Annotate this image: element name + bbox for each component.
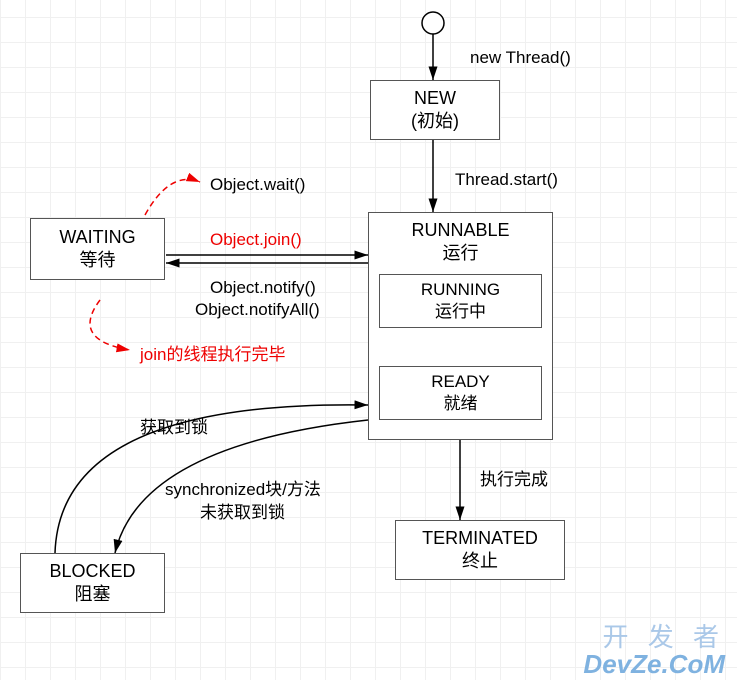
watermark-line2: DevZe.CoM [583,649,725,680]
label-object-notify-all: Object.notifyAll() [195,300,320,320]
start-circle [422,12,444,34]
node-running: RUNNING 运行中 [379,274,542,328]
node-blocked-title: BLOCKED [21,560,164,583]
node-ready: READY 就绪 [379,366,542,420]
node-blocked: BLOCKED 阻塞 [20,553,165,613]
edge-join-done-dashed [90,300,130,350]
node-new: NEW (初始) [370,80,500,140]
node-terminated-sub: 终止 [396,550,564,573]
label-object-notify: Object.notify() [210,278,316,298]
label-sync-2: 未获取到锁 [200,498,285,523]
node-new-sub: (初始) [371,110,499,133]
node-running-sub: 运行中 [380,301,541,323]
label-object-wait: Object.wait() [210,175,305,195]
node-ready-sub: 就绪 [380,393,541,415]
node-waiting-sub: 等待 [31,249,164,272]
label-thread-start: Thread.start() [455,170,558,190]
node-runnable: RUNNABLE 运行 RUNNING 运行中 READY 就绪 [368,212,553,440]
node-runnable-sub: 运行 [369,242,552,265]
edge-object-wait-dashed [145,179,200,215]
label-object-join: Object.join() [210,230,302,250]
label-new-thread: new Thread() [470,48,571,68]
node-waiting-title: WAITING [31,226,164,249]
node-terminated: TERMINATED 终止 [395,520,565,580]
node-terminated-title: TERMINATED [396,527,564,550]
node-running-title: RUNNING [380,279,541,301]
label-exec-done: 执行完成 [480,465,548,490]
label-got-lock: 获取到锁 [140,413,208,438]
label-sync-1: synchronized块/方法 [165,475,321,500]
label-join-done: join的线程执行完毕 [140,340,285,365]
node-blocked-sub: 阻塞 [21,583,164,606]
node-waiting: WAITING 等待 [30,218,165,280]
node-ready-title: READY [380,371,541,393]
node-runnable-title: RUNNABLE [369,219,552,242]
node-new-title: NEW [371,87,499,110]
